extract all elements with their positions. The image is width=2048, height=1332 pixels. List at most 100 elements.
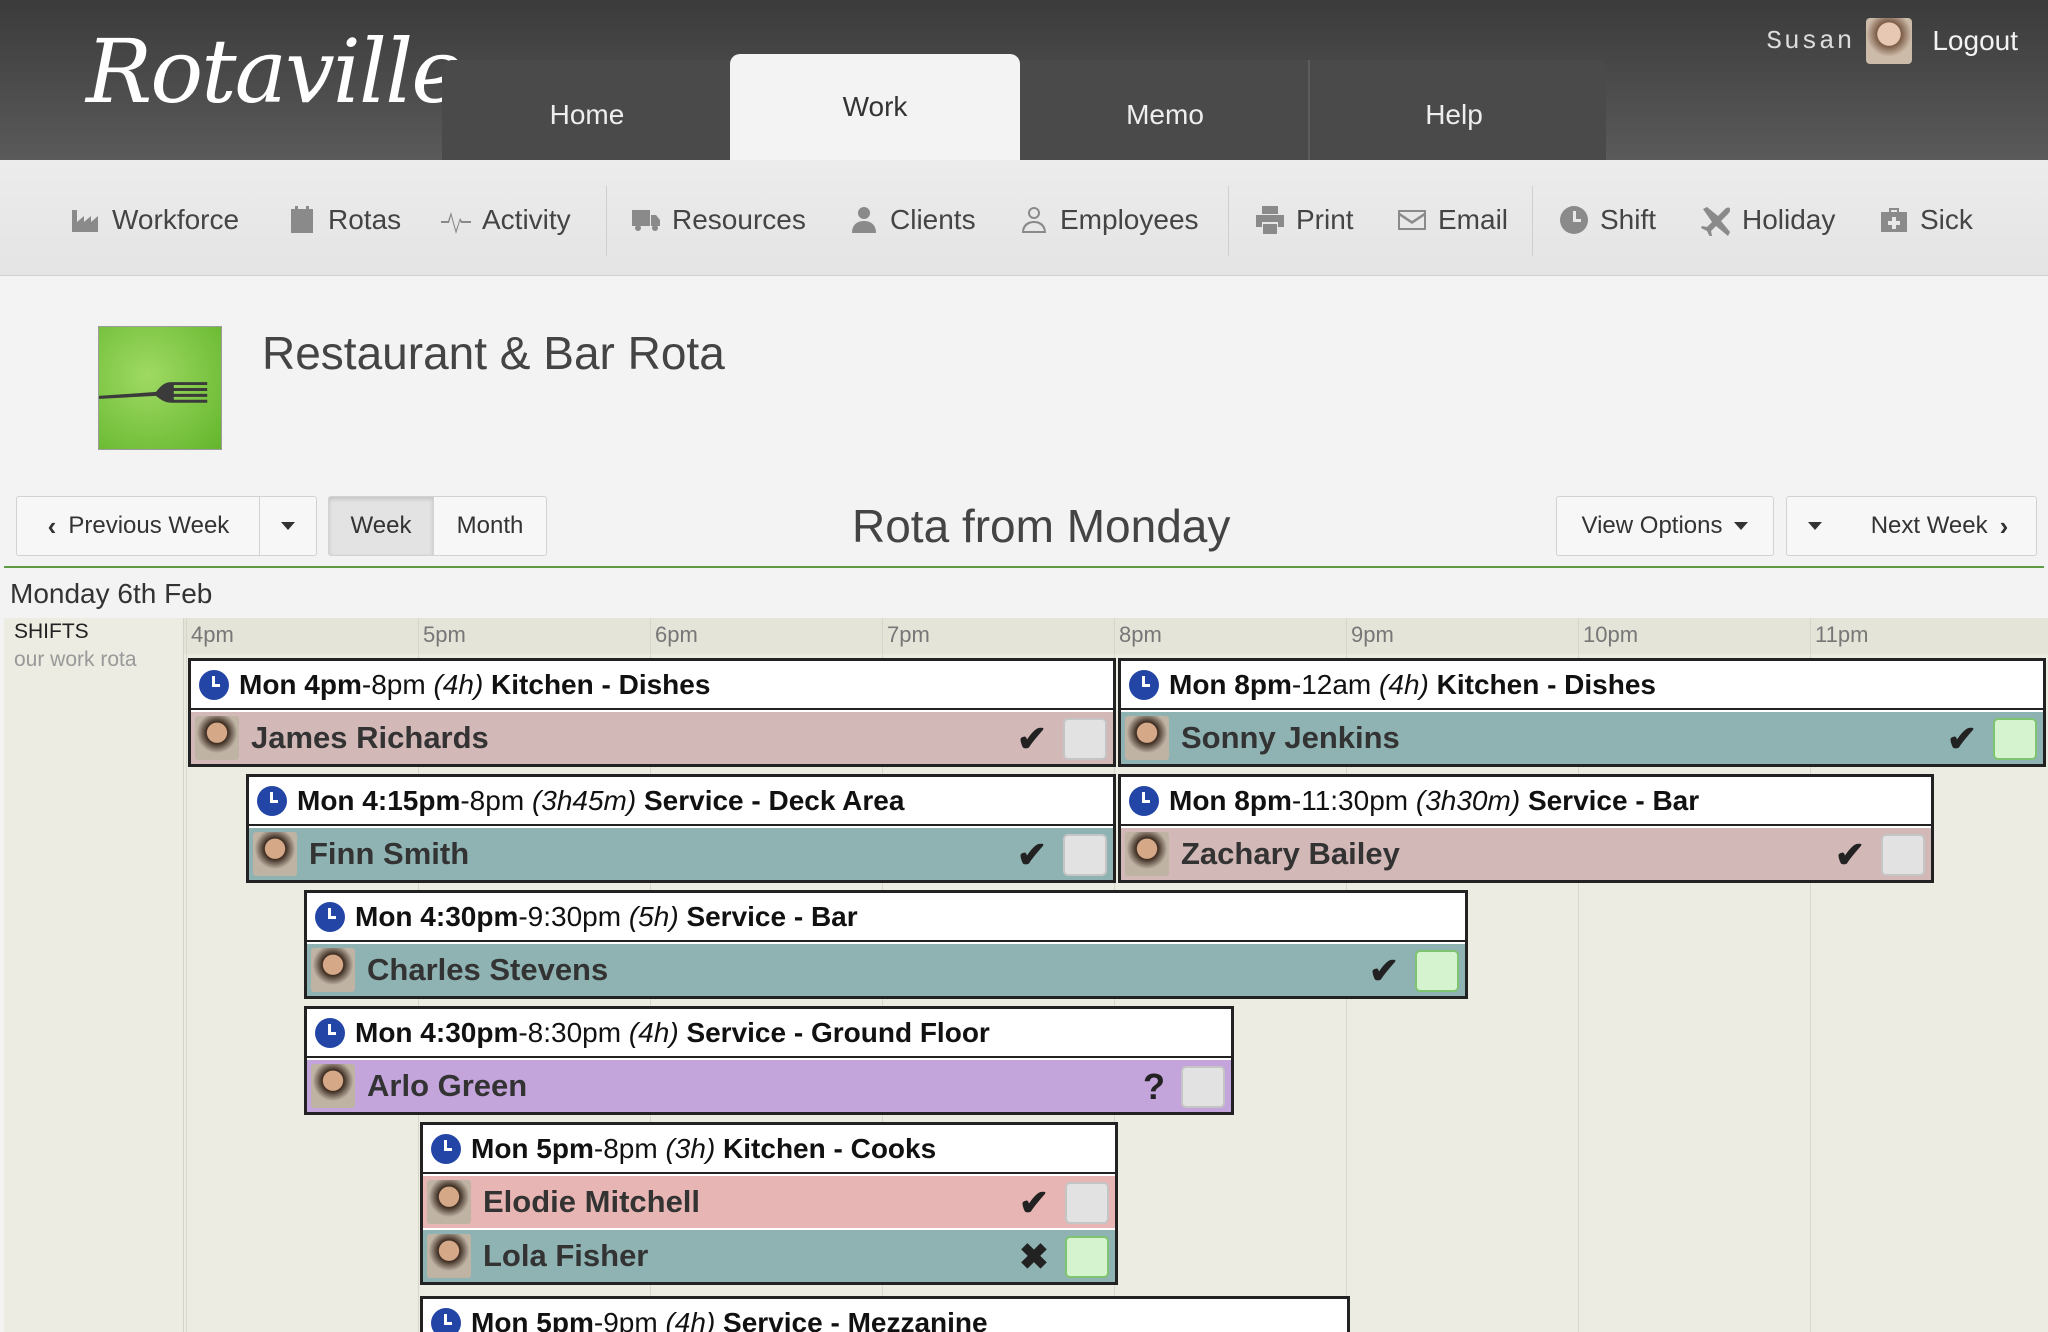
employee-row[interactable]: Sonny Jenkins ✔	[1121, 710, 2043, 764]
factory-icon	[72, 210, 98, 232]
clients-button[interactable]: Clients	[848, 200, 976, 240]
logout-link[interactable]: Logout	[1932, 25, 2018, 57]
next-week-button[interactable]: Next Week ›	[1843, 496, 2037, 556]
rotas-button[interactable]: Rotas	[286, 200, 401, 240]
caret-down-icon	[281, 522, 295, 530]
shift-header[interactable]: Mon 4:30pm -9:30pm (5h) Service - Bar	[307, 893, 1465, 942]
shift-card[interactable]: Mon 5pm -8pm (3h) Kitchen - Cooks Elodie M…	[420, 1122, 1118, 1285]
confirm-checkbox[interactable]	[1181, 1066, 1225, 1108]
shift-header[interactable]: Mon 5pm -8pm (3h) Kitchen - Cooks	[423, 1125, 1115, 1174]
resources-label: Resources	[672, 204, 806, 235]
tab-memo[interactable]: Memo	[1020, 60, 1310, 160]
shift-end: -11:30pm	[1291, 784, 1409, 816]
shift-button[interactable]: Shift	[1558, 200, 1656, 240]
hour-label: 4pm	[191, 622, 234, 647]
toolbar-divider	[1228, 186, 1229, 256]
shift-duration: (4h)	[1379, 668, 1429, 700]
clock-icon	[1129, 669, 1159, 700]
next-week-dropdown[interactable]	[1786, 496, 1844, 556]
confirm-checkbox[interactable]	[1993, 718, 2037, 760]
period-title: Rota from Monday	[852, 500, 1231, 552]
shift-duration: (5h)	[628, 900, 679, 932]
shift-role: Kitchen - Cooks	[723, 1132, 937, 1164]
shift-header[interactable]: Mon 4:15pm -8pm (3h45m) Service - Deck Ar…	[249, 777, 1113, 826]
shift-end: -8pm	[460, 784, 525, 816]
shift-card[interactable]: Mon 4pm -8pm (4h) Kitchen - Dishes James R…	[188, 658, 1116, 767]
truck-icon	[632, 210, 660, 231]
checkmark-icon: ✔	[1016, 834, 1047, 875]
shift-card[interactable]: Mon 4:15pm -8pm (3h45m) Service - Deck Ar…	[246, 774, 1116, 883]
person-icon	[1022, 207, 1046, 233]
shift-card[interactable]: Mon 4:30pm -9:30pm (5h) Service - Bar Char…	[304, 890, 1468, 999]
confirm-checkbox[interactable]	[1065, 1236, 1109, 1278]
confirm-checkbox[interactable]	[1415, 950, 1459, 992]
print-button[interactable]: Print	[1254, 200, 1354, 240]
chevron-right-icon: ›	[1999, 510, 2009, 541]
shift-start: Mon 8pm	[1169, 668, 1292, 700]
shift-header[interactable]: Mon 5pm -9pm (4h) Service - Mezzanine	[423, 1299, 1347, 1332]
week-view-button[interactable]: Week	[328, 496, 434, 556]
user-avatar[interactable]	[1866, 18, 1913, 64]
holiday-button[interactable]: Holiday	[1700, 200, 1835, 240]
employee-row[interactable]: Charles Stevens ✔	[307, 942, 1465, 996]
shift-header[interactable]: Mon 4pm -8pm (4h) Kitchen - Dishes	[191, 661, 1113, 710]
employee-name: Sonny Jenkins	[1181, 720, 1400, 755]
shift-header[interactable]: Mon 4:30pm -8:30pm (4h) Service - Ground …	[307, 1009, 1231, 1058]
shift-duration: (3h)	[665, 1132, 716, 1164]
employee-avatar	[311, 1064, 355, 1108]
shift-card[interactable]: Mon 8pm -11:30pm (3h30m) Service - Bar Zac…	[1118, 774, 1934, 883]
shift-card[interactable]: Mon 4:30pm -8:30pm (4h) Service - Ground …	[304, 1006, 1234, 1115]
tab-help[interactable]: Help	[1308, 60, 1598, 160]
tab-work[interactable]: Work	[730, 54, 1020, 160]
shift-header[interactable]: Mon 8pm -12am (4h) Kitchen - Dishes	[1121, 661, 2043, 710]
shift-card[interactable]: Mon 8pm -12am (4h) Kitchen - Dishes Sonny …	[1118, 658, 2046, 767]
shift-role: Kitchen - Dishes	[491, 668, 711, 700]
employee-name: Elodie Mitchell	[483, 1184, 701, 1219]
tab-home[interactable]: Home	[442, 60, 732, 160]
shift-start: Mon 4:30pm	[355, 1016, 519, 1048]
previous-week-dropdown[interactable]	[259, 496, 317, 556]
employee-row[interactable]: Lola Fisher ✖	[423, 1228, 1115, 1282]
workforce-button[interactable]: Workforce	[70, 200, 239, 240]
shift-duration: (4h)	[433, 668, 484, 700]
shift-header[interactable]: Mon 8pm -11:30pm (3h30m) Service - Bar	[1121, 777, 1931, 826]
employees-label: Employees	[1060, 204, 1199, 235]
printer-icon	[1256, 206, 1284, 234]
cross-icon: ✖	[1018, 1236, 1049, 1277]
shift-label: Shift	[1600, 204, 1657, 235]
pulse-icon	[441, 212, 471, 234]
shifts-label: SHIFTS	[14, 620, 89, 643]
shift-start: Mon 4pm	[239, 668, 362, 700]
employee-name: Lola Fisher	[483, 1238, 649, 1273]
confirm-checkbox[interactable]	[1063, 718, 1107, 760]
confirm-checkbox[interactable]	[1063, 834, 1107, 876]
employee-name: Finn Smith	[309, 836, 470, 871]
activity-button[interactable]: Activity	[440, 200, 571, 240]
confirm-checkbox[interactable]	[1065, 1182, 1109, 1224]
shift-end: -8pm	[593, 1132, 658, 1164]
sick-button[interactable]: Sick	[1878, 200, 1973, 240]
view-options-button[interactable]: View Options	[1556, 496, 1774, 556]
clock-icon	[431, 1133, 461, 1164]
resources-button[interactable]: Resources	[630, 200, 806, 240]
email-button[interactable]: Email	[1396, 200, 1508, 240]
confirm-checkbox[interactable]	[1881, 834, 1925, 876]
employee-row[interactable]: James Richards ✔	[191, 710, 1113, 764]
holiday-label: Holiday	[1742, 204, 1836, 235]
month-view-button[interactable]: Month	[433, 496, 547, 556]
shift-role: Service - Bar	[1527, 784, 1700, 816]
employee-row[interactable]: Elodie Mitchell ✔	[423, 1174, 1115, 1228]
main-nav: Home Work Memo Help	[442, 54, 1606, 160]
employee-row[interactable]: Finn Smith ✔	[249, 826, 1113, 880]
employees-button[interactable]: Employees	[1018, 200, 1199, 240]
previous-week-button[interactable]: ‹ Previous Week	[16, 496, 260, 556]
employee-row[interactable]: Arlo Green?	[307, 1058, 1231, 1112]
shift-card[interactable]: Mon 5pm -9pm (4h) Service - Mezzanine	[420, 1296, 1350, 1332]
shift-end: -8:30pm	[518, 1016, 622, 1048]
app-logo[interactable]: Rotaville	[86, 28, 463, 116]
employee-row[interactable]: Zachary Bailey ✔	[1121, 826, 1931, 880]
client-icon	[852, 207, 876, 233]
shift-start: Mon 5pm	[471, 1306, 594, 1332]
shift-end: -8pm	[361, 668, 426, 700]
shift-duration: (3h45m)	[531, 784, 637, 816]
